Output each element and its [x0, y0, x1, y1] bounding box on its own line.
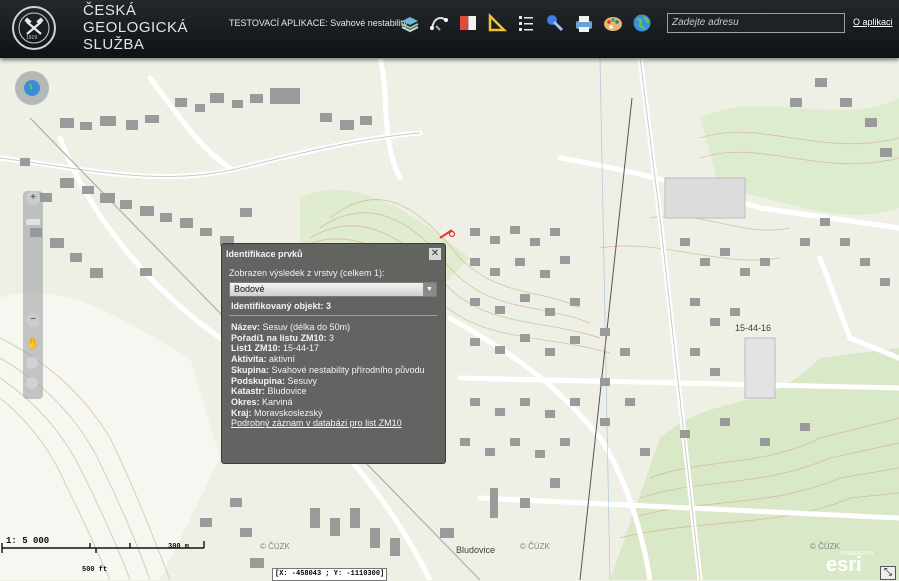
- attribute-label: List1 ZM10:: [231, 343, 281, 354]
- attribute-value: 3: [329, 332, 335, 343]
- attribute-label: Katastr:: [231, 386, 266, 397]
- app-title: TESTOVACÍ APLIKACE: Svahové nestability: [229, 18, 408, 28]
- about-link[interactable]: O aplikaci: [853, 17, 893, 27]
- popup-title: Identifikace prvků: [226, 249, 303, 259]
- attribute-row: Okres: Karviná: [231, 397, 436, 408]
- attribute-row: Aktivita: aktivní: [231, 354, 436, 365]
- org-name-line: ČESKÁ: [83, 2, 137, 19]
- globe-icon[interactable]: [631, 12, 653, 34]
- attribute-row: Podskupina: Sesuvy: [231, 376, 436, 387]
- zoom-in-button[interactable]: +: [26, 191, 40, 205]
- close-icon[interactable]: ✕: [429, 248, 441, 260]
- attribute-value: Moravskoslezský: [254, 407, 323, 418]
- zoom-slider[interactable]: + − ✋: [23, 191, 43, 399]
- attribute-label: Kraj:: [231, 407, 252, 418]
- layers-icon[interactable]: [399, 12, 421, 34]
- org-name: ČESKÁ GEOLOGICKÁ SLUŽBA: [83, 2, 203, 53]
- copyright-label: © ČÚZK: [260, 542, 290, 551]
- attribute-label: Pořadí1 na listu ZM10:: [231, 332, 327, 343]
- esri-wordmark: esri: [826, 554, 862, 576]
- org-name-line: GEOLOGICKÁ: [83, 19, 189, 36]
- divider: [229, 315, 437, 316]
- app-header: 1919 ČESKÁ GEOLOGICKÁ SLUŽBA TESTOVACÍ A…: [0, 0, 899, 58]
- next-extent-button[interactable]: [26, 377, 38, 389]
- previous-extent-button[interactable]: [26, 357, 38, 369]
- org-name-line: SLUŽBA: [83, 36, 145, 53]
- attribute-value: 15-44-17: [283, 343, 320, 354]
- scale-bar-metric-label: 300 m: [168, 543, 190, 551]
- attribute-value: Svahové nestability přírodního původu: [271, 364, 425, 375]
- identify-popup: Identifikace prvků ✕ Zobrazen výsledek z…: [221, 243, 446, 464]
- scale-bar-imperial-label: 500 ft: [82, 566, 108, 574]
- address-search-input[interactable]: Zadejte adresu: [667, 13, 845, 33]
- emblem-year: 1919: [26, 35, 38, 41]
- attribute-row: Pořadí1 na listu ZM10: 3: [231, 333, 436, 344]
- identified-object: Identifikovaný objekt: 3: [231, 301, 332, 311]
- attribute-label: Název:: [231, 322, 261, 332]
- copyright-label: © ČÚZK: [520, 542, 550, 551]
- scale-ratio: 1: 5 000: [6, 536, 50, 546]
- attribute-value: aktivní: [269, 354, 296, 365]
- chevron-down-icon[interactable]: ▼: [423, 283, 436, 296]
- place-label: Bludovice: [456, 545, 496, 555]
- attribute-row: Skupina: Svahové nestability přírodního …: [231, 365, 436, 376]
- map-canvas: [0, 58, 899, 580]
- zoom-slider-handle[interactable]: [26, 219, 40, 225]
- attribute-value: Sesuvy: [287, 375, 318, 386]
- attribute-value: Bludovice: [267, 386, 307, 397]
- palette-icon[interactable]: [602, 12, 624, 34]
- attribute-row: Název: Sesuv (délka do 50m): [231, 322, 436, 333]
- fullscreen-icon[interactable]: ⤡: [880, 566, 896, 580]
- measure-icon[interactable]: [428, 12, 450, 34]
- attribute-row: Katastr: Bludovice: [231, 386, 436, 397]
- attribute-label: Skupina:: [231, 364, 270, 375]
- book-icon[interactable]: [457, 12, 479, 34]
- pin-icon[interactable]: [544, 12, 566, 34]
- csg-emblem-icon: 1919: [12, 6, 56, 50]
- attribute-value: Sesuv (délka do 50m): [262, 322, 351, 332]
- print-icon[interactable]: [573, 12, 595, 34]
- map-view[interactable]: + − ✋ Bludovice 15-44-16 © ČÚZK © ČÚZK ©…: [0, 58, 899, 580]
- attribute-label: Okres:: [231, 396, 260, 407]
- pan-hand-icon[interactable]: ✋: [26, 337, 40, 351]
- copyright-label: © ČÚZK: [810, 542, 840, 551]
- attribute-row: List1 ZM10: 15-44-17: [231, 343, 436, 354]
- attribute-list: Název: Sesuv (délka do 50m) Pořadí1 na l…: [231, 322, 436, 429]
- detail-record-link[interactable]: Podrobný záznam v databázi pro list ZM10: [231, 418, 436, 429]
- attribute-row: Kraj: Moravskoslezský: [231, 408, 436, 419]
- coordinate-readout: [X: -458043 ; Y: -1110300]: [272, 568, 388, 581]
- attribute-value: Karviná: [262, 396, 293, 407]
- map-sheet-label: 15-44-16: [735, 323, 772, 333]
- result-text: Zobrazen výsledek z vrstvy (celkem 1):: [229, 268, 385, 278]
- zoom-out-button[interactable]: −: [26, 313, 40, 327]
- ruler-icon[interactable]: [486, 12, 508, 34]
- list-icon[interactable]: [515, 12, 537, 34]
- attribute-label: Aktivita:: [231, 354, 267, 365]
- layer-select-value: Bodové: [234, 284, 265, 294]
- layer-select[interactable]: Bodové ▼: [229, 282, 437, 297]
- attribute-label: Podskupina:: [231, 375, 286, 386]
